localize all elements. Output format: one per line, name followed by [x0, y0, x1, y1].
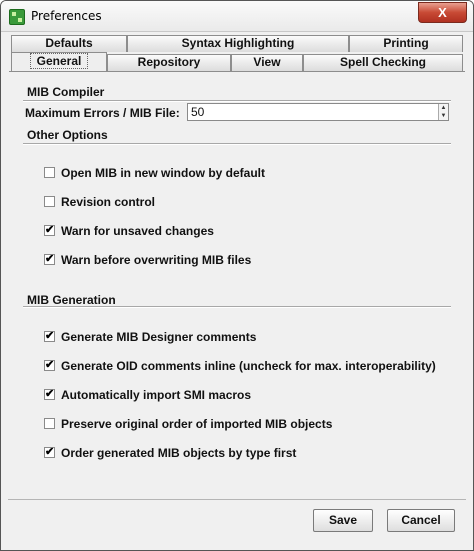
checkbox-box[interactable] — [44, 167, 55, 178]
checkbox-label: Generate OID comments inline (uncheck fo… — [61, 359, 436, 373]
tab-label: Spell Checking — [339, 55, 427, 69]
checkbox-label: Order generated MIB objects by type firs… — [61, 446, 297, 460]
app-icon — [9, 9, 25, 25]
mib-generation-heading: MIB Generation — [27, 293, 116, 307]
checkbox-label: Generate MIB Designer comments — [61, 330, 257, 344]
preferences-window: Preferences X Defaults Syntax Highlighti… — [0, 0, 474, 551]
section-separator — [23, 306, 451, 308]
checkbox-box[interactable]: ✔ — [44, 360, 55, 371]
tab-label: Defaults — [45, 36, 93, 50]
other-options-heading: Other Options — [27, 128, 108, 142]
checkbox-box[interactable]: ✔ — [44, 225, 55, 236]
tab-general[interactable]: General — [11, 52, 107, 72]
tab-label: Repository — [137, 55, 201, 69]
checkbox-box[interactable] — [44, 418, 55, 429]
tab-label: View — [253, 55, 281, 69]
section-separator — [23, 100, 451, 102]
checkbox-label: Preserve original order of imported MIB … — [61, 417, 333, 431]
checkbox-box[interactable]: ✔ — [44, 447, 55, 458]
max-errors-value[interactable]: 50 — [191, 105, 204, 119]
mib-compiler-heading: MIB Compiler — [27, 85, 105, 99]
tab-printing[interactable]: Printing — [349, 35, 463, 52]
checkbox-box[interactable]: ✔ — [44, 389, 55, 400]
max-errors-label: Maximum Errors / MIB File: — [25, 106, 180, 120]
tab-label: General — [29, 53, 89, 69]
checkbox-box[interactable]: ✔ — [44, 254, 55, 265]
title-bar: Preferences X — [1, 1, 473, 32]
tab-syntax-highlighting[interactable]: Syntax Highlighting — [127, 35, 349, 52]
tab-baseline — [9, 71, 465, 72]
save-button[interactable]: Save — [313, 509, 373, 532]
tab-view[interactable]: View — [231, 54, 303, 71]
tab-label: Syntax Highlighting — [181, 36, 295, 50]
window-title: Preferences — [31, 9, 102, 23]
close-button[interactable]: X — [418, 2, 467, 23]
tab-defaults[interactable]: Defaults — [11, 35, 127, 52]
max-errors-spinner[interactable]: 50 ▲ ▼ — [187, 103, 449, 121]
tab-repository[interactable]: Repository — [107, 54, 231, 71]
checkbox-label: Automatically import SMI macros — [61, 388, 252, 402]
checkbox-label: Revision control — [61, 195, 156, 209]
section-separator — [23, 143, 451, 145]
checkbox-label: Warn before overwriting MIB files — [61, 253, 252, 267]
checkbox-box[interactable] — [44, 196, 55, 207]
tab-label: Printing — [383, 36, 429, 50]
checkbox-box[interactable]: ✔ — [44, 331, 55, 342]
cancel-button[interactable]: Cancel — [387, 509, 455, 532]
footer-separator — [8, 499, 466, 500]
checkbox-label: Open MIB in new window by default — [61, 166, 265, 180]
checkbox-label: Warn for unsaved changes — [61, 224, 214, 238]
spin-down-icon[interactable]: ▼ — [438, 112, 448, 120]
tab-spell-checking[interactable]: Spell Checking — [303, 54, 463, 71]
